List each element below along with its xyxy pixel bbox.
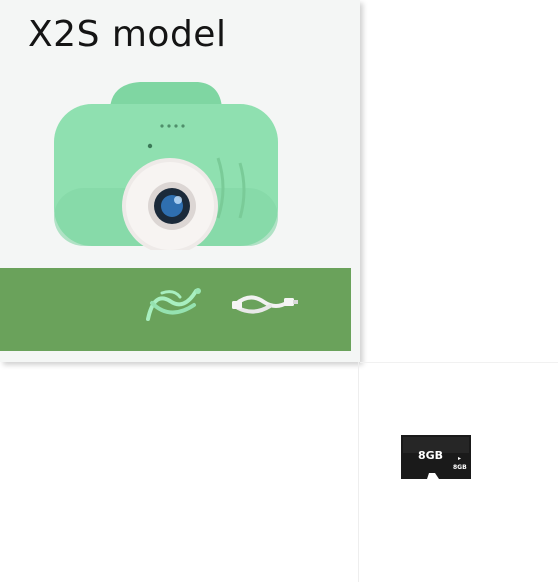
lanyard-strap-icon <box>140 281 204 331</box>
sd-capacity-label: 8GB <box>418 449 444 462</box>
sd-arrow-icon: ▸ <box>458 455 462 462</box>
tile-divider <box>358 362 359 582</box>
product-image-grid: X2S model 8GB ▸ 8GB <box>0 0 558 582</box>
product-title: X2S model <box>28 14 227 55</box>
sd-small-label: 8GB <box>453 464 467 471</box>
usb-cable-icon <box>230 288 300 324</box>
kids-camera-icon <box>50 78 282 254</box>
product-tile-x2s[interactable]: X2S model <box>0 0 360 362</box>
tile-divider <box>360 362 558 363</box>
